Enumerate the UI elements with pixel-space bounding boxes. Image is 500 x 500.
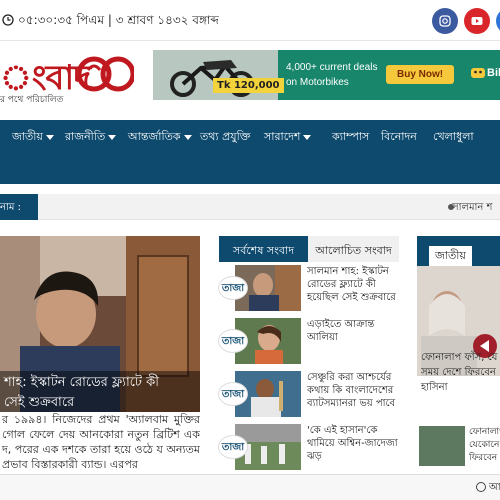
nav-item-national[interactable]: জাতীয়	[12, 128, 54, 147]
featured-excerpt: র ১৯৯৪। নিজেদের প্রথম 'অ্যালবাম মুক্তির …	[2, 413, 200, 471]
nav-item-international[interactable]: আন্তর্জাতিক	[128, 128, 192, 147]
clock-icon	[476, 482, 486, 492]
news-ticker: নাম : সালমান শ	[0, 194, 500, 220]
nav-item-label: জাতীয়	[12, 130, 43, 143]
news-title: 'কে এই হাসান'কে থামিয়ে অশ্বিন-জাদেজা ঝড…	[307, 425, 398, 462]
ticker-headline[interactable]: সালমান শ	[452, 200, 492, 217]
youtube-icon	[471, 17, 483, 25]
ad-brand-text: Bik	[487, 67, 500, 79]
chevron-down-icon	[303, 134, 312, 140]
nav-item-sports[interactable]: খেলাধুলা	[433, 128, 474, 147]
bottom-text: আ	[489, 482, 500, 493]
featured-headline-line: সেই শুক্রবারে	[4, 395, 75, 410]
chevron-down-icon	[45, 134, 54, 140]
top-bar: ০৫:৩০:৩৫ পিএম | ৩ শ্রাবণ ১৪৩২ বঙ্গাব্দ	[0, 0, 500, 40]
buy-now-button[interactable]: Buy Now!	[386, 65, 455, 84]
nav-item-tech[interactable]: তথ্য প্রযুক্তি	[200, 128, 250, 147]
facebook-button[interactable]	[496, 8, 500, 34]
news-tag: তাজা	[219, 330, 247, 352]
nav-item-label: তথ্য প্রযুক্তি	[200, 130, 251, 143]
featured-story[interactable]: শাহ: ইস্কাটন রোডের ফ্ল্যাটে কী সেই শুক্র…	[0, 236, 200, 412]
news-tag: তাজা	[219, 436, 247, 458]
current-datetime: ০৫:৩০:৩৫ পিএম | ৩ শ্রাবণ ১৪৩২ বঙ্গাব্দ	[18, 13, 219, 27]
list-item[interactable]: তাজা সালমান শাহ: ইস্কাটন রোডের ফ্ল্যাটে …	[219, 265, 399, 313]
nav-item-label: রাজনীতি	[65, 130, 106, 143]
ad-copy-line: 4,000+ current deals	[286, 62, 378, 73]
tab-latest[interactable]: সর্বশেষ সংবাদ	[219, 236, 308, 262]
list-item[interactable]: তাজা 'কে এই হাসান'কে থামিয়ে অশ্বিন-জাদে…	[219, 424, 399, 472]
section-small-line: ফোনালাপ	[469, 427, 500, 437]
site-logo[interactable]: ংবাদ র পথে পরিচালিত	[0, 52, 150, 105]
ad-copy-line: on Motorbikes	[286, 77, 349, 88]
section-headline-line: হাসিনা	[421, 382, 448, 393]
nav-item-label: আন্তর্জাতিক	[128, 130, 181, 143]
news-title: সেঞ্চুরি করা আশ্চর্যের কথায় কি বাংলাদেশ…	[307, 372, 396, 409]
news-tabs: সর্বশেষ সংবাদ আলোচিত সংবাদ	[219, 236, 399, 262]
news-title: এড়াইতে আক্রান্ত আলিয়া	[307, 319, 375, 343]
bottom-bar: আ	[0, 474, 500, 500]
instagram-icon	[439, 15, 451, 27]
clock-icon	[2, 14, 14, 26]
instagram-button[interactable]	[432, 8, 458, 34]
chevron-down-icon	[108, 134, 117, 140]
nav-item-campus[interactable]: ক্যাম্পাস	[332, 128, 369, 147]
ad-price-tag: Tk 120,000	[213, 78, 284, 93]
news-title: সালমান শাহ: ইস্কাটন রোডের ফ্ল্যাটে কী হয…	[307, 266, 396, 303]
list-item[interactable]: তাজা এড়াইতে আক্রান্ত আলিয়া	[219, 318, 399, 366]
section-thumbnail[interactable]	[419, 426, 465, 466]
nav-item-politics[interactable]: রাজনীতি	[65, 128, 117, 147]
youtube-button[interactable]	[464, 8, 490, 34]
featured-headline: শাহ: ইস্কাটন রোডের ফ্ল্যাটে কী সেই শুক্র…	[0, 371, 200, 412]
banner-ad[interactable]: Tk 120,000 4,000+ current deals on Motor…	[153, 50, 500, 100]
nav-item-label: ক্যাম্পাস	[332, 130, 370, 143]
nav-item-entertainment[interactable]: বিনোদন	[381, 128, 417, 147]
section-small-line: ফিরবেন	[469, 453, 498, 463]
section-headline-line: সময় দেশে ফিরবেন	[421, 367, 496, 378]
national-section: জাতীয় ফোনালাপ ফাঁস, যে সময় দেশে ফিরবেন…	[417, 236, 500, 496]
news-tag: তাজা	[219, 277, 247, 299]
brand-face-icon	[471, 68, 485, 79]
ad-brand: Bik	[471, 67, 500, 79]
section-small-headline[interactable]: ফোনালাপ যেকোনে ফিরবেন	[469, 426, 500, 465]
section-title[interactable]: জাতীয়	[429, 246, 472, 267]
nav-item-label: খেলাধুলা	[433, 130, 474, 143]
list-item[interactable]: তাজা সেঞ্চুরি করা আশ্চর্যের কথায় কি বাং…	[219, 371, 399, 419]
ticker-label: নাম :	[0, 194, 38, 220]
nav-item-country[interactable]: সারাদেশ	[264, 128, 312, 147]
featured-headline-line: শাহ: ইস্কাটন রোডের ফ্ল্যাটে কী	[4, 375, 159, 390]
chevron-down-icon	[183, 134, 192, 140]
main-nav: জাতীয় রাজনীতি আন্তর্জাতিক তথ্য প্রযুক্ত…	[0, 120, 500, 184]
section-small-line: যেকোনে	[469, 440, 500, 450]
logo-mark-icon	[78, 56, 134, 92]
news-tag: তাজা	[219, 383, 247, 405]
section-headline-line: ফোনালাপ ফাঁস, যে	[421, 352, 498, 363]
tab-popular[interactable]: আলোচিত সংবাদ	[308, 236, 399, 262]
nav-item-label: সারাদেশ	[264, 130, 301, 143]
divider	[0, 40, 500, 41]
nav-item-label: বিনোদন	[381, 130, 417, 143]
ad-copy: 4,000+ current deals on Motorbikes	[286, 60, 377, 90]
section-headline[interactable]: ফোনালাপ ফাঁস, যে সময় দেশে ফিরবেন হাসিনা	[421, 350, 500, 395]
section-header: জাতীয়	[417, 236, 500, 267]
logo-tagline: র পথে পরিচালিত	[0, 95, 64, 105]
